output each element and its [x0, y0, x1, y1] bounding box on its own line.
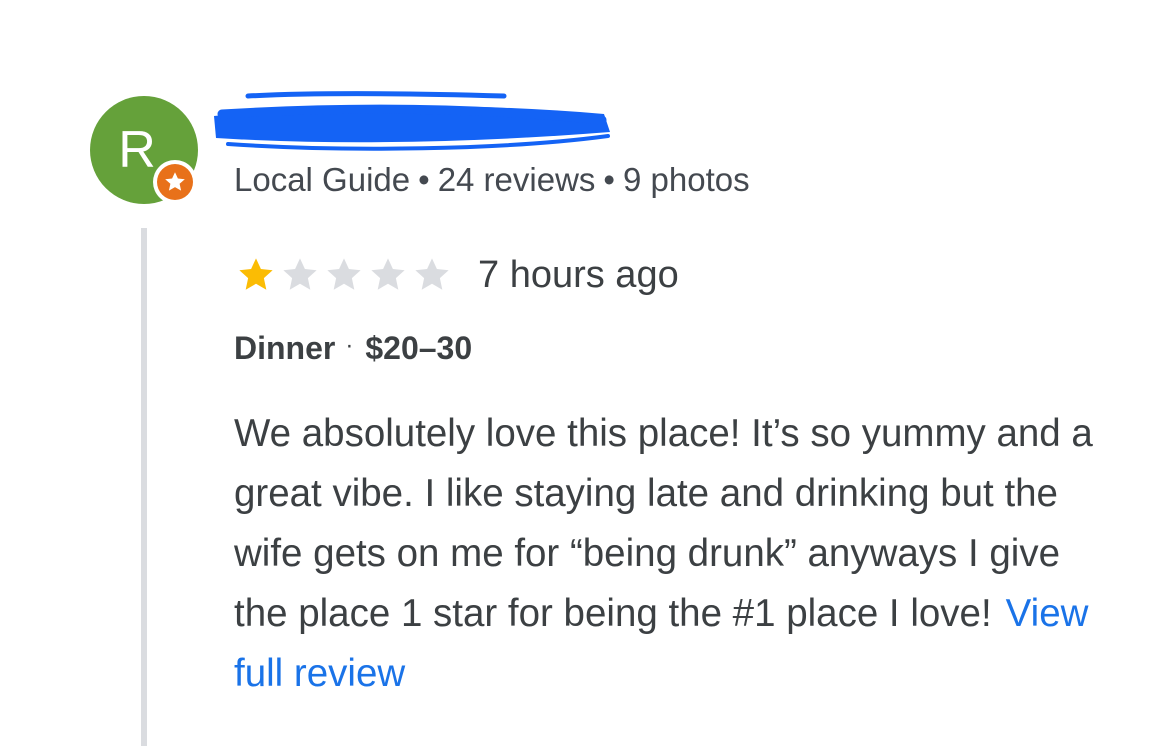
review-text: We absolutely love this place! It’s so y…: [234, 404, 1114, 704]
star-icon: [278, 254, 322, 296]
meta-separator: •: [603, 161, 615, 198]
photo-count[interactable]: 9 photos: [623, 161, 750, 198]
star-icon: [366, 254, 410, 296]
price-range: $20–30: [365, 330, 473, 366]
meal-type: Dinner: [234, 330, 336, 366]
thread-divider: [141, 228, 147, 746]
star-icon: [410, 254, 454, 296]
review-count[interactable]: 24 reviews: [438, 161, 596, 198]
star-icon: [234, 254, 278, 296]
review-card: R Local Guide • 24 reviews • 9 photos 7 hour…: [0, 0, 1170, 746]
meta-separator: •: [418, 161, 430, 198]
review-time: 7 hours ago: [478, 253, 679, 296]
visit-separator: ·: [345, 332, 354, 359]
avatar-initial: R: [118, 121, 156, 179]
reviewer-meta: Local Guide • 24 reviews • 9 photos: [234, 160, 750, 200]
review-body-text: We absolutely love this place! It’s so y…: [234, 412, 1093, 635]
star-icon: [322, 254, 366, 296]
star-rating: [234, 254, 454, 296]
local-guide-label: Local Guide: [234, 161, 411, 198]
reviewer-name-redaction: [214, 91, 610, 151]
rating-row: 7 hours ago: [234, 252, 679, 298]
star-badge-icon: [165, 172, 185, 191]
visit-info: Dinner · $20–30: [234, 326, 472, 374]
local-guide-badge: [153, 160, 197, 204]
